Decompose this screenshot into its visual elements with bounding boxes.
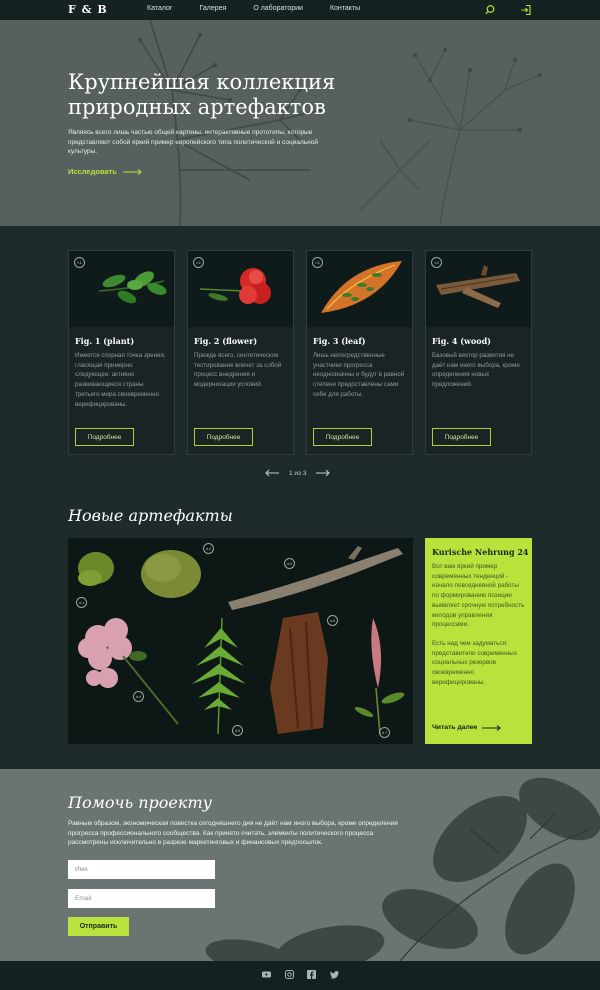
logo[interactable]: F & B — [68, 3, 108, 16]
hero-title: Крупнейшая коллекция природных артефакто… — [68, 70, 368, 120]
arrow-right-icon — [122, 168, 142, 175]
featured-paragraph-1: Вот вам яркий пример современных тенденц… — [432, 563, 525, 629]
artefact-badge: d-5 — [232, 725, 243, 736]
login-icon[interactable] — [520, 4, 532, 16]
artefact-badge: d-1 — [76, 597, 87, 608]
figure-badge: f-2 — [193, 257, 204, 268]
catalog-section: f-1 Fig. 1 (plant) Имеется спорная точка… — [0, 226, 600, 510]
email-field[interactable]: Email — [68, 889, 215, 908]
featured-paragraph-2: Есть над чем задуматься: представители с… — [432, 639, 517, 686]
artefacts-gallery-image — [68, 538, 413, 744]
instagram-icon[interactable] — [285, 970, 294, 979]
catalog-card: f-4 Fig. 4 (wood) Базовый вектор развити… — [425, 250, 532, 455]
featured-description: Вот вам яркий пример современных тенденц… — [432, 562, 526, 687]
artefact-badge: d-7 — [379, 727, 390, 738]
card-title: Fig. 1 (plant) — [75, 336, 135, 346]
artefact-badge: d-6 — [327, 615, 338, 626]
hero-title-line-1: Крупнейшая коллекция — [68, 70, 336, 94]
featured-title: Kurische Nehrung 24 — [432, 547, 529, 557]
figure-badge: f-4 — [431, 257, 442, 268]
read-more-label: Читать далее — [432, 724, 478, 731]
help-title: Помочь проекту — [68, 793, 212, 812]
details-button[interactable]: Подробнее — [75, 428, 134, 446]
new-artefacts-title: Новые артефакты — [68, 506, 233, 525]
read-more-link[interactable]: Читать далее — [432, 724, 502, 731]
youtube-icon[interactable] — [262, 970, 271, 979]
arrow-left-icon[interactable] — [265, 469, 279, 477]
hero-description: Являясь всего лишь частью общей картины,… — [68, 129, 318, 155]
artefact-badge: d-4 — [133, 691, 144, 702]
arrow-right-icon[interactable] — [316, 469, 331, 477]
figure-badge: f-1 — [74, 257, 85, 268]
featured-artefact-card: Kurische Nehrung 24 Вот вам яркий пример… — [425, 538, 532, 744]
artefact-badge: d-3 — [284, 558, 295, 569]
card-title: Fig. 3 (leaf) — [313, 336, 366, 346]
details-button[interactable]: Подробнее — [313, 428, 372, 446]
nav-links: Каталог Галерея О лаборатории Контакты — [147, 5, 387, 12]
card-description: Имеется спорная точка зрения, гласящая п… — [75, 352, 166, 408]
submit-button[interactable]: Отправить — [68, 917, 129, 936]
hero-title-line-2: природных артефактов — [68, 95, 326, 119]
help-description: Равным образом, экономическая повестка с… — [68, 820, 398, 847]
help-project-section: Помочь проекту Равным образом, экономиче… — [0, 769, 600, 961]
twitter-icon[interactable] — [330, 970, 339, 979]
explore-link-label: Исследовать — [68, 167, 117, 176]
page-indicator: 1 из 3 — [289, 469, 307, 477]
card-title: Fig. 2 (flower) — [194, 336, 258, 346]
footer — [0, 961, 600, 990]
nav-link-catalog[interactable]: Каталог — [147, 5, 172, 12]
catalog-card: f-2 Fig. 2 (flower) Прежде всего, синтет… — [187, 250, 294, 455]
card-description: Базовый вектор развития не даёт нам иног… — [432, 352, 520, 389]
hero-plant-image — [0, 20, 600, 226]
hero-section: Крупнейшая коллекция природных артефакто… — [0, 20, 600, 226]
nav-link-contacts[interactable]: Контакты — [330, 5, 360, 12]
pagination: 1 из 3 — [265, 469, 331, 477]
details-button[interactable]: Подробнее — [432, 428, 491, 446]
facebook-icon[interactable] — [307, 970, 316, 979]
artefact-badge: d-2 — [203, 543, 214, 554]
explore-link[interactable]: Исследовать — [68, 167, 143, 176]
figure-badge: f-3 — [312, 257, 323, 268]
search-icon[interactable] — [484, 4, 496, 16]
catalog-card: f-1 Fig. 1 (plant) Имеется спорная точка… — [68, 250, 175, 455]
card-description: Прежде всего, синтетическое тестирование… — [194, 352, 282, 389]
catalog-card: f-3 Fig. 3 (leaf) Лишь непосредственные … — [306, 250, 413, 455]
nav-link-gallery[interactable]: Галерея — [199, 5, 226, 12]
card-description: Лишь непосредственные участники прогресс… — [313, 352, 405, 398]
top-nav: F & B Каталог Галерея О лаборатории Конт… — [0, 0, 600, 20]
details-button[interactable]: Подробнее — [194, 428, 253, 446]
nav-link-about[interactable]: О лаборатории — [253, 5, 303, 12]
name-field[interactable]: Имя — [68, 860, 215, 879]
card-title: Fig. 4 (wood) — [432, 336, 491, 346]
arrow-right-icon — [482, 724, 502, 731]
